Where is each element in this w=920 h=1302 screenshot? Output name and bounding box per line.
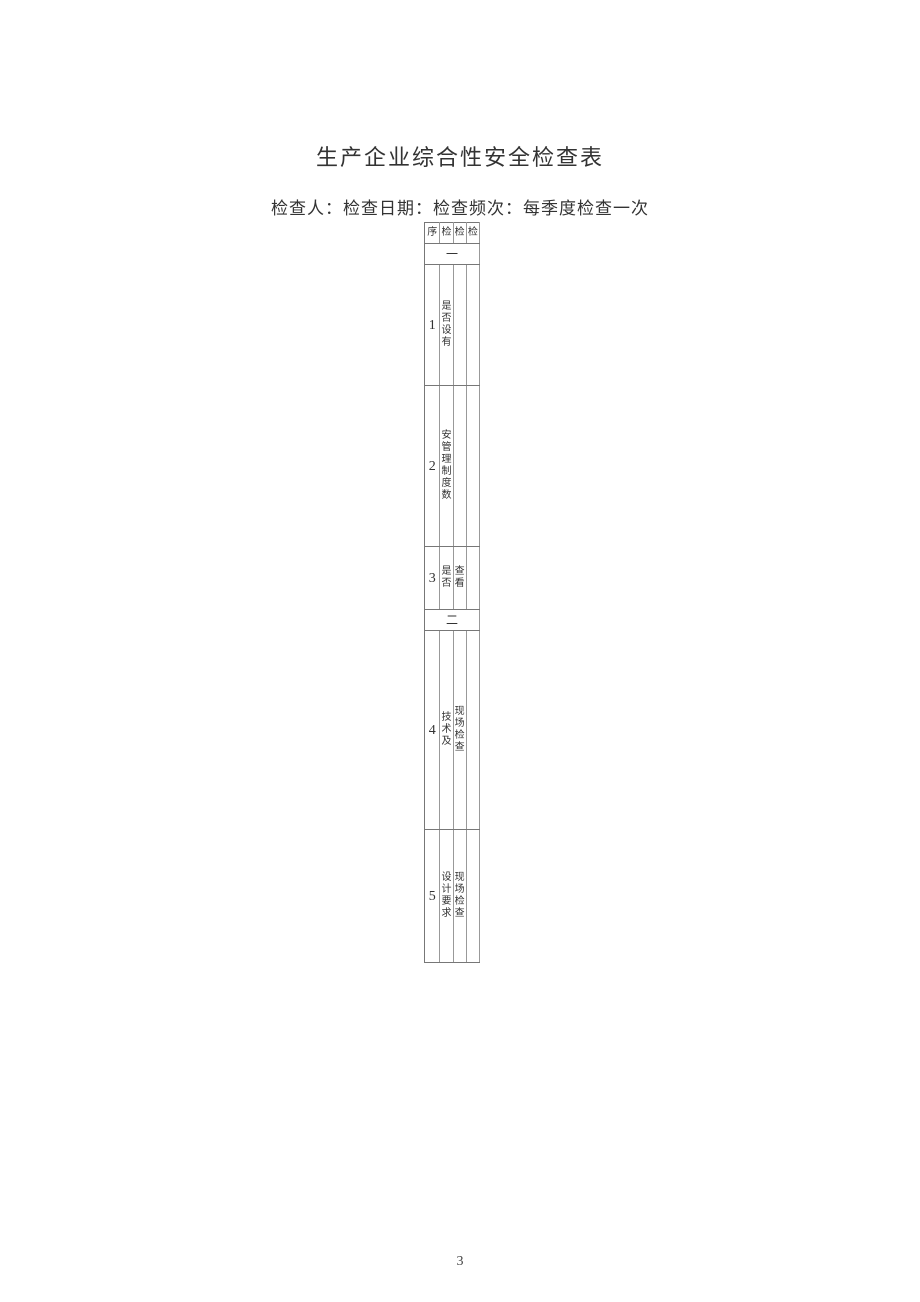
table-row: 5 设计要求 现场检查	[425, 830, 480, 963]
row-5-seq: 5	[425, 830, 440, 963]
row-4-result	[466, 631, 479, 830]
table-row: 1 是否设有	[425, 265, 480, 386]
row-4-method: 现场检查	[453, 631, 466, 830]
row-1-item: 是否设有	[440, 265, 453, 386]
row-1-result	[466, 265, 479, 386]
section-one-label: 一	[425, 244, 480, 265]
section-two-label: 二	[425, 610, 480, 631]
section-row-2: 二	[425, 610, 480, 631]
document-page: 生产企业综合性安全检查表 检查人：检查日期：检查频次：每季度检查一次 序 检 检…	[0, 0, 920, 1302]
table-header-row: 序 检 检 检	[425, 223, 480, 244]
row-3-item: 是否	[440, 547, 453, 610]
col-seq-header: 序	[425, 223, 440, 244]
row-5-result	[466, 830, 479, 963]
checklist-table: 序 检 检 检 一 1 是否设有 2 安管理制度数 3	[424, 222, 480, 963]
row-2-method	[453, 386, 466, 547]
row-4-seq: 4	[425, 631, 440, 830]
page-title: 生产企业综合性安全检查表	[0, 140, 920, 172]
table-row: 3 是否 查看	[425, 547, 480, 610]
row-2-result	[466, 386, 479, 547]
row-3-result	[466, 547, 479, 610]
row-4-item: 技术及	[440, 631, 453, 830]
row-3-seq: 3	[425, 547, 440, 610]
row-3-method: 查看	[453, 547, 466, 610]
section-row-1: 一	[425, 244, 480, 265]
page-number: 3	[0, 1254, 920, 1270]
row-5-method: 现场检查	[453, 830, 466, 963]
col-method-header: 检	[453, 223, 466, 244]
col-result-header: 检	[466, 223, 479, 244]
table-row: 4 技术及 现场检查	[425, 631, 480, 830]
row-1-seq: 1	[425, 265, 440, 386]
row-1-method	[453, 265, 466, 386]
row-5-item: 设计要求	[440, 830, 453, 963]
checklist-table-wrap: 序 检 检 检 一 1 是否设有 2 安管理制度数 3	[424, 222, 480, 963]
row-2-seq: 2	[425, 386, 440, 547]
page-subtitle: 检查人：检查日期：检查频次：每季度检查一次	[0, 194, 920, 219]
col-item-header: 检	[440, 223, 453, 244]
table-row: 2 安管理制度数	[425, 386, 480, 547]
row-2-item: 安管理制度数	[440, 386, 453, 547]
